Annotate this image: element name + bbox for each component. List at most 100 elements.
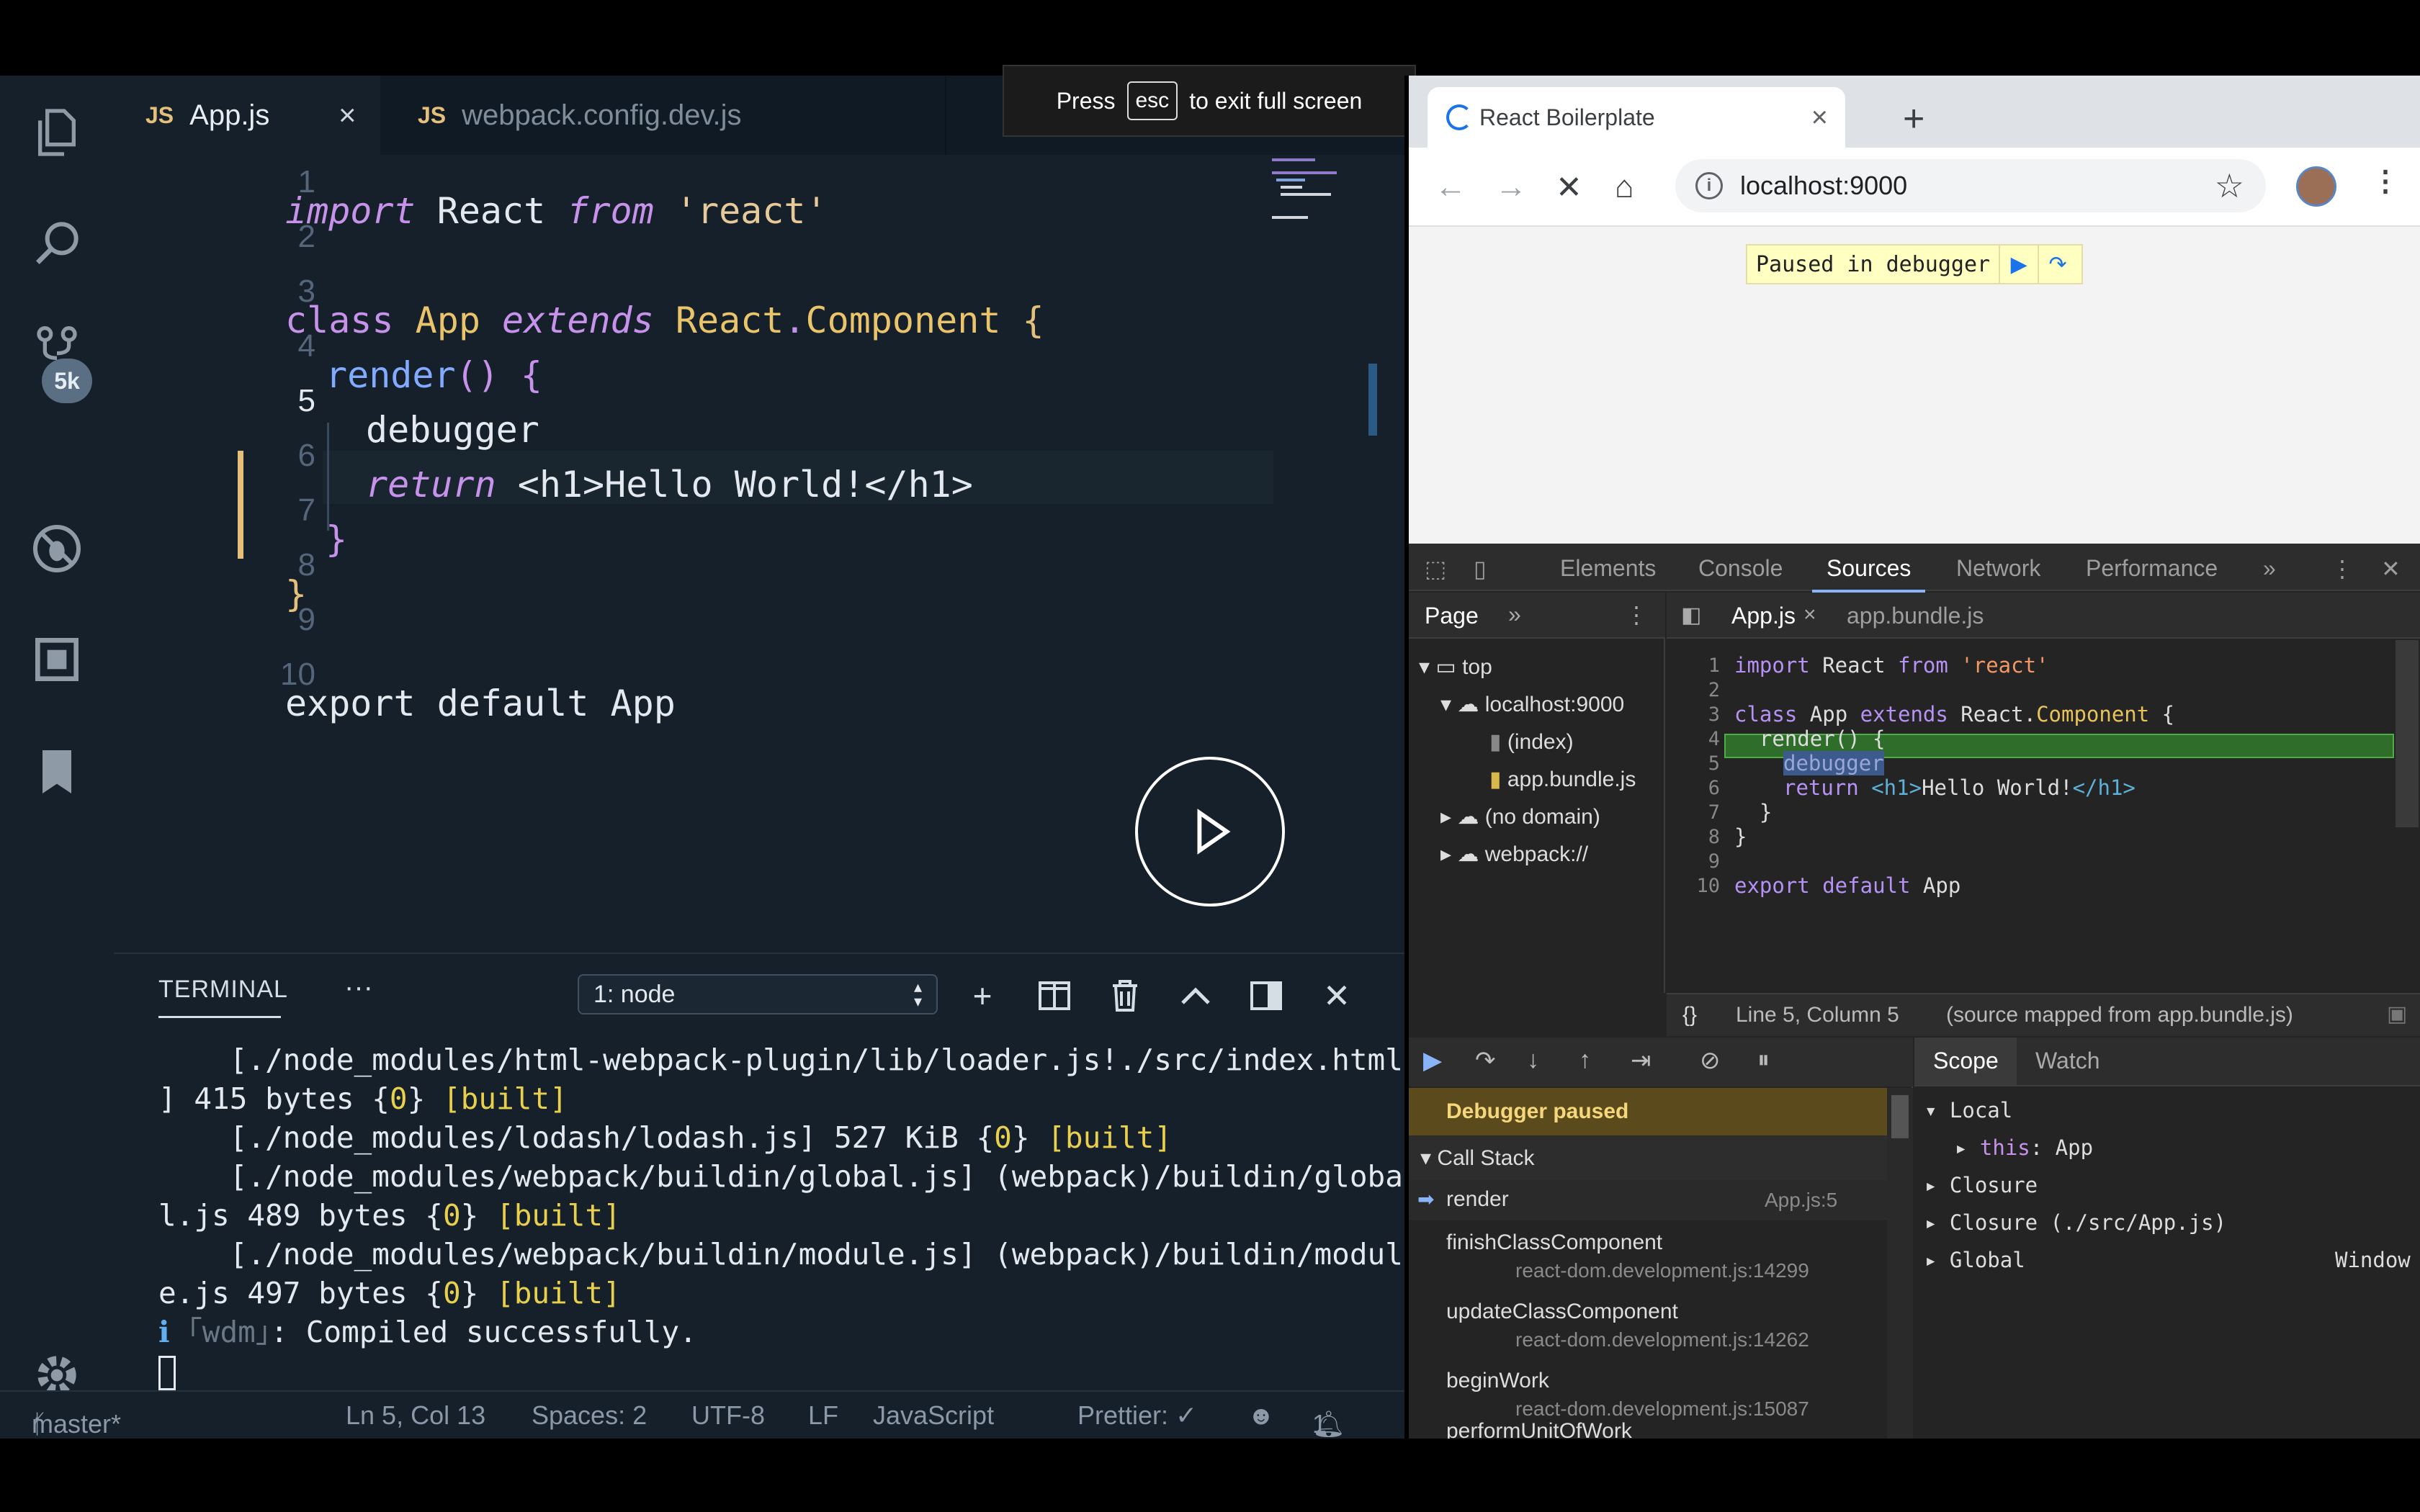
call-frame[interactable]: updateClassComponent react-dom.developme… (1409, 1290, 1887, 1359)
indentation[interactable]: Spaces: 2 (532, 1400, 647, 1431)
inspect-icon[interactable]: ⬚ (1425, 555, 1446, 582)
tab-console[interactable]: Console (1698, 555, 1783, 582)
pretty-print-icon[interactable]: {} (1682, 1003, 1697, 1027)
line-number[interactable]: 4 (1667, 728, 1720, 750)
call-frame[interactable]: finishClassComponent react-dom.developme… (1409, 1220, 1887, 1290)
language-mode[interactable]: JavaScript (873, 1400, 994, 1431)
deactivate-breakpoints-icon[interactable]: ⊘ (1700, 1046, 1721, 1075)
scope-this[interactable]: ▸ this: App (1955, 1135, 2093, 1160)
sidebar-scrollbar[interactable] (1887, 1088, 1913, 1439)
device-toolbar-icon[interactable]: ▯ (1474, 555, 1487, 582)
more-icon[interactable]: ··· (344, 971, 373, 1004)
stop-icon[interactable]: ✕ (1556, 169, 1582, 206)
play-button[interactable] (1135, 757, 1285, 906)
devtools-menu-icon[interactable]: ⋮ (2331, 555, 2354, 582)
call-stack-header[interactable]: ▾ Call Stack (1409, 1135, 1887, 1180)
close-panel-icon[interactable]: ✕ (1315, 974, 1358, 1017)
line-number[interactable]: 10 (1667, 875, 1720, 897)
tab-sources[interactable]: Sources (1811, 555, 1926, 593)
add-terminal-icon[interactable]: + (961, 974, 1004, 1017)
extensions-icon[interactable] (26, 629, 88, 690)
tab-watch[interactable]: Watch (2035, 1048, 2100, 1074)
scope-closure[interactable]: ▸ Closure (1924, 1173, 2038, 1197)
line-number[interactable]: 9 (1667, 850, 1720, 873)
terminal-select[interactable]: 1: node ▴ ▾ (578, 974, 938, 1014)
source-editor[interactable]: ◧ App.js × app.bundle.js 1 2 3 4 5 6 7 8… (1667, 593, 2420, 993)
step-out-icon[interactable]: ↑ (1579, 1046, 1591, 1074)
step-into-icon[interactable]: ↓ (1527, 1046, 1539, 1074)
source-tab-app-bundle[interactable]: app.bundle.js (1847, 603, 1984, 629)
minimap[interactable] (1272, 151, 1351, 295)
browser-tab[interactable]: React Boilerplate × (1428, 87, 1845, 148)
close-devtools-icon[interactable]: ✕ (2381, 555, 2401, 582)
tab-elements[interactable]: Elements (1560, 555, 1656, 582)
scope-closure-app[interactable]: ▸ Closure (./src/App.js) (1924, 1210, 2226, 1235)
new-tab-button[interactable]: + (1903, 97, 1924, 140)
back-icon[interactable]: ← (1435, 169, 1466, 205)
call-frame[interactable]: performUnitOfWork (1409, 1418, 1887, 1439)
pause-exceptions-icon[interactable]: ⏸︎ (1757, 1046, 1770, 1074)
trash-icon[interactable] (1103, 974, 1147, 1017)
step-over-icon[interactable]: ↷ (2038, 246, 2076, 283)
feedback-smiley-icon[interactable]: ☻ (1247, 1400, 1275, 1431)
scope-global[interactable]: ▸ Global (1924, 1248, 2025, 1272)
scope-local[interactable]: ▾ Local (1924, 1098, 2012, 1122)
source-tab-app-js[interactable]: App.js (1731, 603, 1796, 629)
tree-item-localhost[interactable]: ▾ ☁ localhost:9000 (1440, 692, 1624, 717)
tab-app-js[interactable]: JS App.js × (114, 76, 380, 155)
step-icon[interactable]: ⇥ (1631, 1046, 1652, 1075)
encoding[interactable]: UTF-8 (691, 1400, 765, 1431)
line-number[interactable]: 8 (1667, 826, 1720, 848)
prettier-status[interactable]: Prettier: ✓ (1077, 1400, 1197, 1431)
line-number[interactable]: 2 (1667, 679, 1720, 701)
source-map-info[interactable]: (source mapped from app.bundle.js) (1946, 1003, 2293, 1027)
terminal-tab[interactable]: TERMINAL (158, 976, 288, 1018)
address-bar[interactable]: i localhost:9000 ☆ (1675, 159, 2266, 212)
step-over-icon[interactable]: ↷ (1475, 1046, 1496, 1075)
coverage-icon[interactable]: ▣ (2387, 1002, 2407, 1027)
tree-item-no-domain[interactable]: ▸ ☁ (no domain) (1440, 804, 1600, 829)
close-icon[interactable]: × (339, 98, 357, 132)
close-icon[interactable]: × (1803, 603, 1816, 627)
home-icon[interactable]: ⌂ (1615, 169, 1634, 205)
chrome-menu-icon[interactable]: ⋮ (2371, 165, 2400, 198)
tab-performance[interactable]: Performance (2086, 555, 2218, 582)
nav-menu-icon[interactable]: ⋮ (1625, 601, 1648, 629)
explorer-icon[interactable] (26, 102, 88, 163)
bookmark-icon[interactable] (26, 741, 88, 803)
close-tab-icon[interactable]: × (1811, 102, 1828, 134)
call-frame-selected[interactable]: ➡︎ render App.js:5 (1409, 1180, 1887, 1220)
more-tabs-icon[interactable]: » (2263, 555, 2276, 582)
tree-item-index[interactable]: ▮ (index) (1489, 729, 1574, 755)
line-ending[interactable]: LF (808, 1400, 838, 1431)
tree-item-top[interactable]: ▾ ▭ top (1419, 654, 1492, 680)
toggle-panel-icon[interactable] (1245, 974, 1288, 1017)
line-number[interactable]: 5 (1667, 752, 1720, 775)
line-number[interactable]: 3 (1667, 703, 1720, 726)
split-terminal-icon[interactable] (1033, 974, 1076, 1017)
info-icon[interactable]: i (1695, 172, 1723, 199)
forward-icon[interactable]: → (1495, 169, 1527, 205)
resume-icon[interactable]: ▶︎ (1423, 1046, 1442, 1075)
tab-webpack-config[interactable]: JS webpack.config.dev.js (380, 76, 946, 155)
tree-item-webpack[interactable]: ▸ ☁ webpack:// (1440, 842, 1588, 867)
terminal-output[interactable]: [./node_modules/html-webpack-plugin/lib/… (158, 1040, 1403, 1390)
resume-icon[interactable]: ▶︎ (1999, 246, 2038, 283)
debug-icon[interactable] (26, 518, 88, 580)
source-scrollbar[interactable] (2396, 640, 2419, 827)
tree-item-app-bundle[interactable]: ▮ app.bundle.js (1489, 767, 1636, 792)
cursor-position[interactable]: Ln 5, Col 13 (346, 1400, 485, 1431)
tab-network[interactable]: Network (1956, 555, 2040, 582)
page-tab[interactable]: Page (1425, 603, 1479, 629)
profile-avatar[interactable] (2296, 166, 2336, 207)
line-number[interactable]: 6 (1667, 777, 1720, 799)
tab-scope[interactable]: Scope (1933, 1048, 1999, 1074)
editor-scrollbar[interactable] (1368, 364, 1377, 436)
line-number[interactable]: 7 (1667, 801, 1720, 824)
star-icon[interactable]: ☆ (2215, 166, 2244, 205)
toggle-navigator-icon[interactable]: ◧ (1681, 603, 1701, 628)
line-number[interactable]: 1 (1667, 654, 1720, 677)
chevron-up-icon[interactable] (1174, 974, 1217, 1017)
nav-more-icon[interactable]: » (1508, 601, 1521, 628)
search-icon[interactable] (26, 212, 88, 274)
